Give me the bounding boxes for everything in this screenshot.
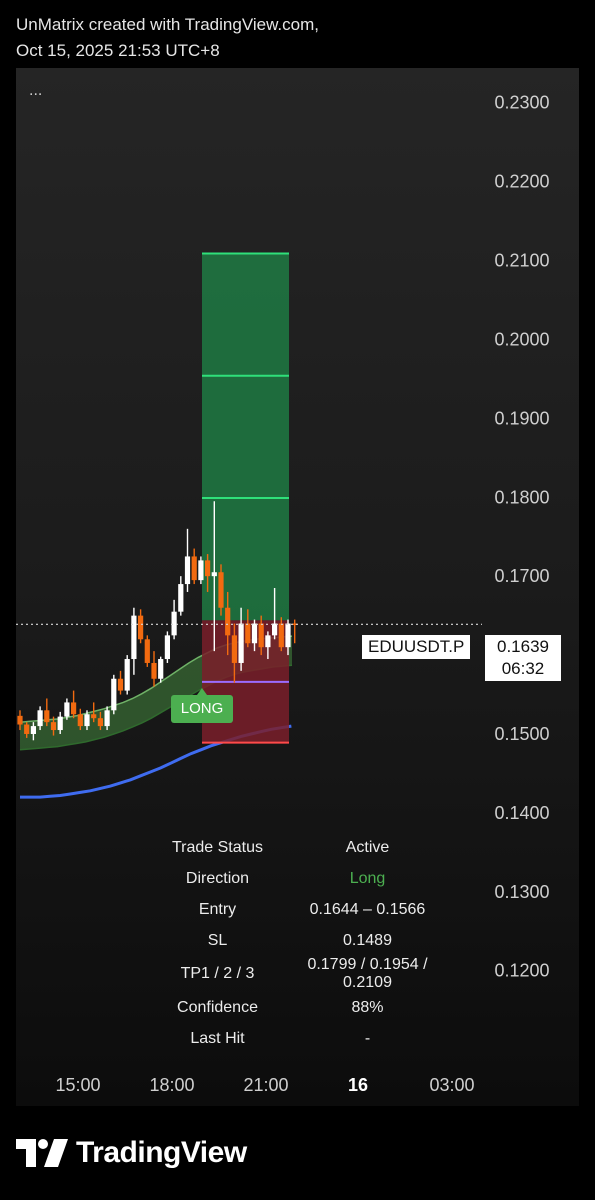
confidence-label: Confidence — [177, 998, 258, 1016]
x-tick-label: 18:00 — [149, 1075, 194, 1095]
tp-value: 0.1799 / 0.1954 / 0.2109 — [307, 956, 428, 991]
current-price-label: 0.1639 06:32 — [485, 635, 561, 681]
sl-label: SL — [207, 931, 228, 949]
tradingview-logo-icon — [16, 1139, 68, 1167]
table-row: Direction Long — [150, 863, 450, 894]
y-tick-label: 0.1800 — [494, 487, 549, 507]
trade-status-label: Trade Status — [171, 838, 263, 856]
candle-body — [138, 615, 144, 640]
candle-body — [265, 635, 271, 648]
long-signal-badge: LONG — [171, 688, 233, 723]
candle-body — [178, 584, 184, 612]
ticker-label: EDUUSDT.P — [362, 635, 471, 659]
candle-body — [124, 659, 130, 691]
candle-body — [97, 718, 103, 727]
candle-body — [144, 639, 150, 663]
y-tick-label: 0.1400 — [494, 803, 549, 823]
y-tick-label: 0.2000 — [494, 329, 549, 349]
candle-body — [225, 607, 231, 636]
x-tick-label: 03:00 — [429, 1075, 474, 1095]
candle-body — [285, 623, 291, 648]
candle-body — [91, 714, 97, 719]
candle-body — [17, 715, 23, 725]
candle-body — [64, 702, 70, 717]
candle-body — [218, 572, 224, 608]
confidence-value: 88% — [351, 998, 384, 1016]
y-tick-label: 0.1200 — [494, 961, 549, 981]
tradingview-logo[interactable]: TradingView — [16, 1136, 247, 1170]
table-row: Last Hit - — [150, 1023, 450, 1054]
candle-body — [164, 635, 170, 660]
candle-body — [71, 702, 77, 715]
chart-menu-dots[interactable]: ... — [29, 82, 42, 100]
trade-status-value: Active — [345, 838, 390, 856]
entry-value: 0.1644 – 0.1566 — [309, 900, 426, 918]
candle-body — [57, 716, 63, 731]
y-tick-label: 0.1500 — [494, 724, 549, 744]
profit-zone — [202, 253, 289, 621]
current-price-value: 0.1639 — [497, 637, 549, 656]
candle-body — [238, 623, 244, 663]
candle-body — [117, 678, 124, 691]
table-row: TP1 / 2 / 3 0.1799 / 0.1954 / 0.2109 — [150, 956, 450, 992]
candle-body — [37, 710, 43, 727]
candle-body — [278, 623, 284, 648]
candle-body — [272, 623, 278, 636]
candle-body — [104, 710, 110, 727]
candle-body — [171, 611, 177, 636]
last-hit-value: - — [364, 1029, 371, 1047]
candle-body — [151, 662, 157, 679]
trade-info-table: Trade Status Active Direction Long Entry… — [150, 832, 450, 1054]
bar-countdown: 06:32 — [501, 659, 545, 678]
y-tick-label: 0.1700 — [494, 566, 549, 586]
candle-body — [198, 560, 204, 581]
y-tick-label: 0.2200 — [494, 172, 549, 192]
candle-body — [205, 560, 211, 577]
candle-body — [111, 678, 117, 711]
table-row: Trade Status Active — [150, 832, 450, 863]
candle-body — [184, 556, 191, 585]
direction-value: Long — [349, 869, 386, 887]
candle-body — [84, 714, 90, 727]
y-tick-label: 0.2300 — [494, 93, 549, 113]
tp-label: TP1 / 2 / 3 — [180, 965, 255, 982]
sl-value: 0.1489 — [343, 931, 392, 949]
candle-body — [258, 623, 264, 648]
candle-body — [158, 659, 164, 679]
x-tick-label: 16 — [348, 1075, 368, 1095]
last-hit-label: Last Hit — [190, 1029, 245, 1047]
candle-body — [245, 623, 251, 644]
candle-body — [50, 722, 57, 731]
x-tick-label: 15:00 — [55, 1075, 100, 1095]
candle-body — [231, 635, 237, 663]
x-tick-label: 21:00 — [243, 1075, 288, 1095]
entry-label: Entry — [198, 900, 237, 918]
direction-label: Direction — [185, 869, 250, 887]
table-row: SL 0.1489 — [150, 925, 450, 956]
candle-body — [30, 726, 36, 734]
y-tick-label: 0.1300 — [494, 882, 549, 902]
candle-body — [251, 623, 258, 644]
y-tick-label: 0.1900 — [494, 408, 549, 428]
candle-body — [131, 615, 137, 660]
candle-body — [211, 572, 217, 577]
y-tick-label: 0.2100 — [494, 251, 549, 271]
table-row: Entry 0.1644 – 0.1566 — [150, 894, 450, 925]
tradingview-wordmark: TradingView — [76, 1136, 247, 1169]
candle-body — [77, 714, 83, 727]
candle-body — [44, 710, 50, 723]
table-row: Confidence 88% — [150, 992, 450, 1023]
candle-body — [191, 556, 197, 581]
candle-body — [24, 724, 30, 734]
